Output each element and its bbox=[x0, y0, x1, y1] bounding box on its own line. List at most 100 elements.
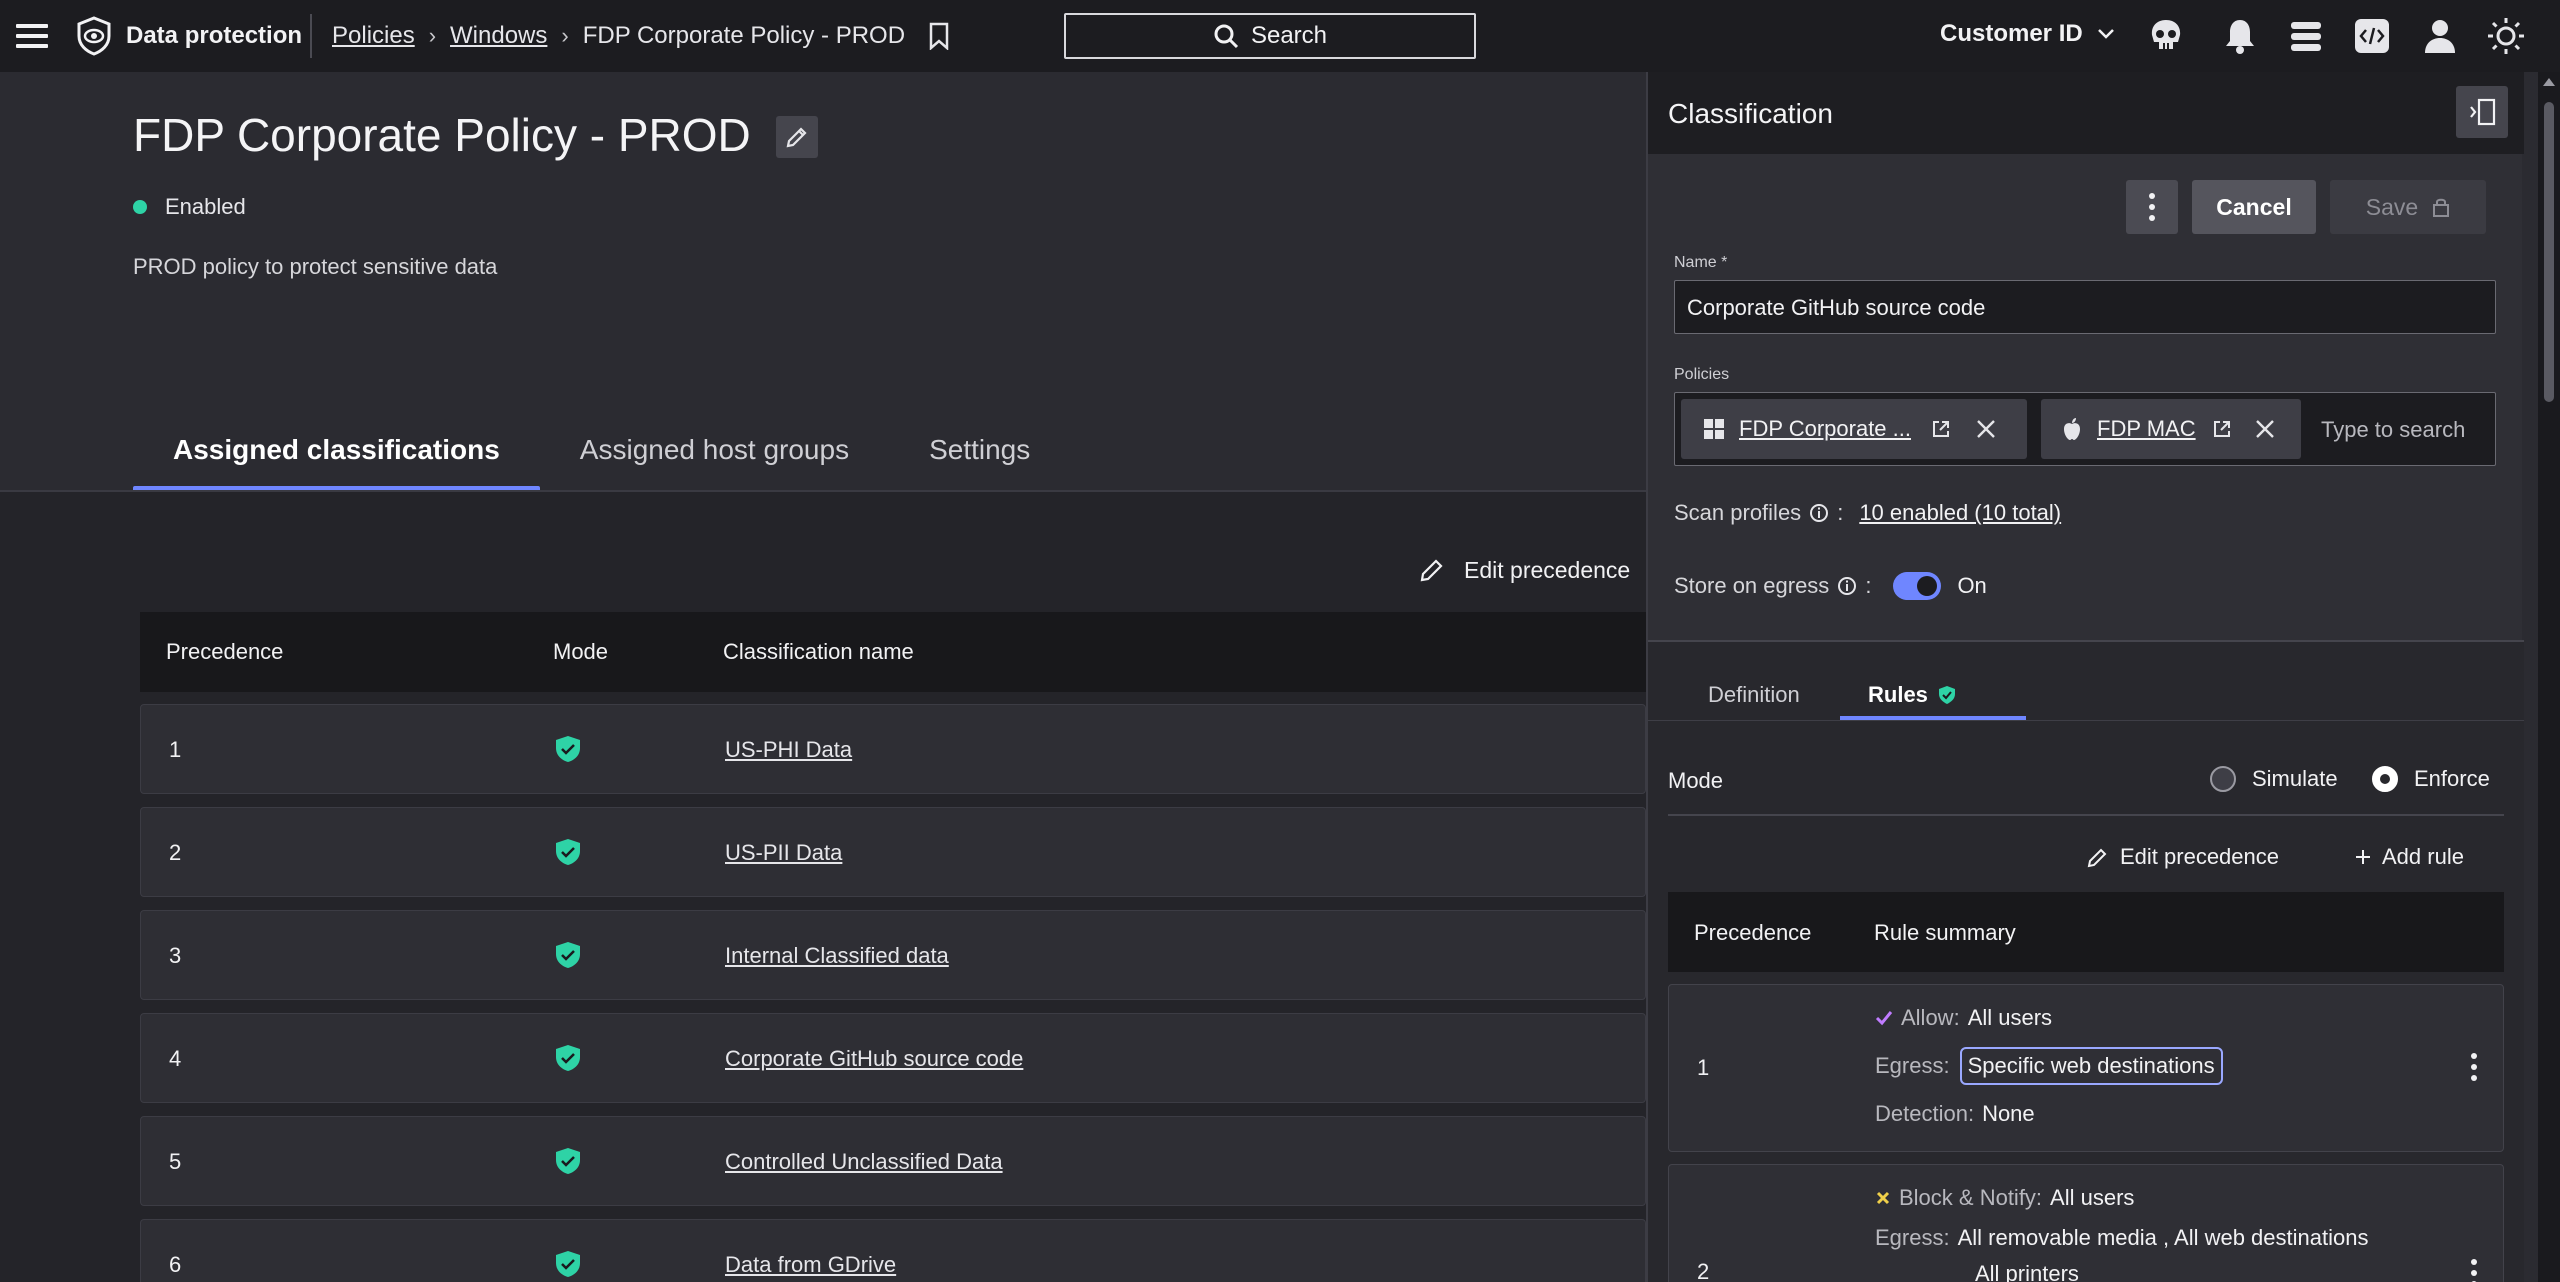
scroll-up-arrow-icon[interactable] bbox=[2543, 78, 2555, 86]
breadcrumb-current: FDP Corporate Policy - PROD bbox=[582, 22, 906, 49]
table-row: 3 Internal Classified data bbox=[140, 910, 1646, 1000]
table-row: 4 Corporate GitHub source code bbox=[140, 1013, 1646, 1103]
table-row: 2 US-PII Data bbox=[140, 807, 1646, 897]
policy-chip-link[interactable]: FDP MAC bbox=[2097, 416, 2196, 442]
tab-rules[interactable]: Rules bbox=[1868, 682, 1956, 708]
check-icon bbox=[1875, 1010, 1893, 1026]
header-precedence: Precedence bbox=[1694, 920, 1812, 945]
info-icon[interactable] bbox=[1837, 576, 1857, 596]
bookmark-icon[interactable] bbox=[927, 22, 951, 50]
shield-check-icon bbox=[555, 1044, 581, 1072]
kebab-icon bbox=[2148, 192, 2156, 222]
user-icon[interactable] bbox=[2418, 14, 2462, 58]
classification-panel: Classification Cancel Save Name * Corpor… bbox=[1646, 72, 2524, 1282]
stack-icon[interactable] bbox=[2284, 14, 2328, 58]
policy-chip-link[interactable]: FDP Corporate ... bbox=[1739, 416, 1911, 442]
name-input[interactable]: Corporate GitHub source code bbox=[1674, 280, 2496, 334]
classification-link[interactable]: US-PII Data bbox=[725, 840, 842, 866]
shield-check-icon bbox=[555, 1250, 581, 1278]
add-rule-button[interactable]: Add rule bbox=[2354, 844, 2464, 870]
customer-id-dropdown[interactable]: Customer ID bbox=[1940, 20, 2115, 48]
skull-icon[interactable] bbox=[2144, 14, 2188, 58]
panel-title: Classification bbox=[1668, 98, 1833, 129]
classification-link[interactable]: US-PHI Data bbox=[725, 737, 852, 763]
customer-id-label: Customer ID bbox=[1940, 20, 2083, 47]
tab-assigned-classifications[interactable]: Assigned classifications bbox=[133, 420, 540, 492]
classification-link[interactable]: Data from GDrive bbox=[725, 1252, 896, 1278]
policy-chip-mac: FDP MAC bbox=[2041, 399, 2301, 459]
rule-egress-value: All removable media , All web destinatio… bbox=[1957, 1225, 2369, 1250]
tab-settings[interactable]: Settings bbox=[889, 420, 1070, 486]
tab-assigned-host-groups[interactable]: Assigned host groups bbox=[540, 420, 889, 486]
store-egress-toggle[interactable] bbox=[1893, 572, 1942, 600]
pencil-icon bbox=[1418, 556, 1446, 584]
tab-rules-label: Rules bbox=[1868, 682, 1928, 707]
breadcrumb-policies[interactable]: Policies bbox=[332, 22, 415, 50]
menu-icon[interactable] bbox=[14, 18, 50, 54]
sun-icon[interactable] bbox=[2484, 14, 2528, 58]
x-icon bbox=[1875, 1190, 1891, 1206]
external-link-icon[interactable] bbox=[1931, 419, 1951, 439]
rule-egress-destinations[interactable]: Specific web destinations bbox=[1959, 1047, 2223, 1085]
radio-enforce[interactable]: Enforce bbox=[2372, 766, 2490, 792]
chevron-down-icon bbox=[2097, 28, 2115, 40]
edit-title-button[interactable] bbox=[776, 116, 818, 158]
panel-scrollbar[interactable] bbox=[2538, 72, 2560, 1282]
store-egress-label: Store on egress bbox=[1674, 573, 1830, 598]
rule-egress: Egress: Specific web destinations bbox=[1875, 1047, 2223, 1085]
code-icon[interactable] bbox=[2350, 14, 2394, 58]
close-icon[interactable] bbox=[2254, 418, 2276, 440]
row-precedence: 4 bbox=[169, 1046, 182, 1071]
close-icon[interactable] bbox=[1975, 418, 1997, 440]
info-icon[interactable] bbox=[1809, 503, 1829, 523]
breadcrumb: Policies › Windows › FDP Corporate Polic… bbox=[332, 22, 951, 50]
policies-search-placeholder[interactable]: Type to search bbox=[2321, 417, 2465, 443]
apple-icon bbox=[2061, 417, 2083, 441]
policies-multiselect[interactable]: FDP Corporate ... FDP MAC Type to search bbox=[1674, 392, 2496, 466]
search-button[interactable]: Search bbox=[1064, 13, 1476, 59]
row-precedence: 5 bbox=[169, 1149, 182, 1174]
scan-profiles-link[interactable]: 10 enabled (10 total) bbox=[1859, 500, 2061, 526]
plus-icon bbox=[2354, 848, 2372, 866]
main-tabs: Assigned classifications Assigned host g… bbox=[133, 420, 1070, 492]
row-precedence: 3 bbox=[169, 943, 182, 968]
classification-link[interactable]: Corporate GitHub source code bbox=[725, 1046, 1023, 1072]
classification-link[interactable]: Controlled Unclassified Data bbox=[725, 1149, 1003, 1175]
colon: : bbox=[1865, 573, 1872, 598]
status-dot-icon bbox=[133, 200, 147, 214]
topbar-divider bbox=[310, 14, 312, 58]
scan-profiles-label: Scan profiles bbox=[1674, 500, 1802, 525]
breadcrumb-windows[interactable]: Windows bbox=[450, 22, 547, 50]
shield-check-icon bbox=[1938, 685, 1956, 705]
save-button[interactable]: Save bbox=[2330, 180, 2486, 234]
table-row: 5 Controlled Unclassified Data bbox=[140, 1116, 1646, 1206]
bell-icon[interactable] bbox=[2218, 14, 2262, 58]
edit-precedence-button[interactable]: Edit precedence bbox=[1418, 556, 1630, 584]
kebab-icon[interactable] bbox=[2469, 1257, 2479, 1282]
tab-definition[interactable]: Definition bbox=[1708, 682, 1800, 708]
scrollbar-thumb[interactable] bbox=[2544, 102, 2554, 402]
rule-egress: Egress: All removable media , All web de… bbox=[1875, 1225, 2368, 1251]
edit-precedence-label: Edit precedence bbox=[1464, 556, 1631, 583]
store-on-egress: Store on egress : On bbox=[1674, 572, 1987, 600]
panel-collapse-icon bbox=[2467, 97, 2497, 127]
rule-action-value: All users bbox=[2050, 1185, 2135, 1210]
collapse-panel-button[interactable] bbox=[2456, 86, 2508, 138]
header-classification-name: Classification name bbox=[723, 639, 914, 664]
header-precedence: Precedence bbox=[166, 639, 284, 664]
rules-edit-precedence-button[interactable]: Edit precedence bbox=[2086, 844, 2279, 870]
radio-circle-selected bbox=[2372, 766, 2398, 792]
radio-simulate[interactable]: Simulate bbox=[2210, 766, 2338, 792]
policy-status: Enabled bbox=[133, 194, 246, 220]
table-row: 1 US-PHI Data bbox=[140, 704, 1646, 794]
name-field-label: Name * bbox=[1674, 254, 1728, 271]
classification-link[interactable]: Internal Classified data bbox=[725, 943, 949, 969]
rule-precedence: 2 bbox=[1697, 1259, 1710, 1282]
external-link-icon[interactable] bbox=[2212, 419, 2232, 439]
rule-detection: Detection: None bbox=[1875, 1101, 2035, 1127]
scan-profiles: Scan profiles : 10 enabled (10 total) bbox=[1674, 500, 2061, 526]
more-options-button[interactable] bbox=[2126, 180, 2178, 234]
cancel-button[interactable]: Cancel bbox=[2192, 180, 2316, 234]
classifications-table-header: Precedence Mode Classification name bbox=[140, 612, 1646, 692]
kebab-icon[interactable] bbox=[2469, 1051, 2479, 1083]
